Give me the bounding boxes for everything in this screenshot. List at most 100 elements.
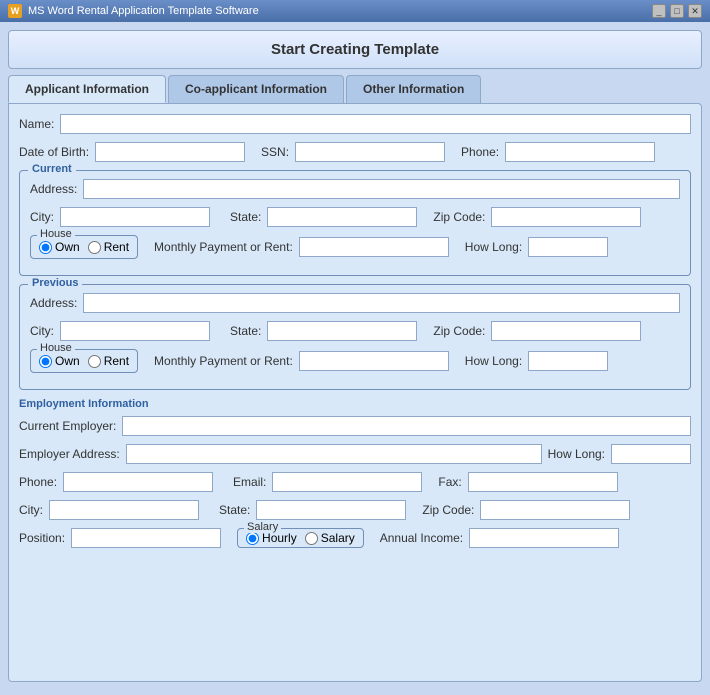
app-container: Start Creating Template Applicant Inform… — [0, 22, 710, 695]
previous-house-label: House — [37, 342, 75, 354]
previous-state-label: State: — [230, 324, 261, 338]
previous-section-label: Previous — [28, 277, 82, 289]
previous-rent-label[interactable]: Rent — [88, 354, 129, 368]
current-section-label: Current — [28, 163, 76, 175]
previous-own-radio[interactable] — [39, 355, 52, 368]
annual-income-label: Annual Income: — [380, 531, 463, 545]
salary-group: Salary Hourly Salary — [237, 528, 364, 548]
current-rent-label[interactable]: Rent — [88, 240, 129, 254]
emp-city-row: City: State: Zip Code: — [19, 500, 691, 520]
current-monthly-input[interactable] — [299, 237, 449, 257]
title-bar-left: W MS Word Rental Application Template So… — [8, 4, 259, 18]
title-bar: W MS Word Rental Application Template So… — [0, 0, 710, 22]
main-header: Start Creating Template — [8, 30, 702, 69]
ssn-input[interactable] — [295, 142, 445, 162]
employer-address-label: Employer Address: — [19, 447, 120, 461]
previous-monthly-input[interactable] — [299, 351, 449, 371]
tab-other[interactable]: Other Information — [346, 75, 481, 103]
previous-section: Previous Address: City: State: Zip Code:… — [19, 284, 691, 390]
current-monthly-label: Monthly Payment or Rent: — [154, 240, 293, 254]
minimize-button[interactable]: _ — [652, 4, 666, 18]
current-house-group: House Own Rent — [30, 235, 138, 259]
name-label: Name: — [19, 117, 54, 131]
current-house-label: House — [37, 228, 75, 240]
ssn-label: SSN: — [261, 145, 289, 159]
previous-address-input[interactable] — [83, 293, 680, 313]
current-howlong-label: How Long: — [465, 240, 522, 254]
emp-phone-label: Phone: — [19, 475, 57, 489]
dob-label: Date of Birth: — [19, 145, 89, 159]
hourly-radio[interactable] — [246, 532, 259, 545]
previous-own-label[interactable]: Own — [39, 354, 80, 368]
app-icon: W — [8, 4, 22, 18]
previous-house-row: House Own Rent Monthly Payment or Rent: … — [30, 349, 680, 373]
emp-howlong-label: How Long: — [548, 447, 605, 461]
emp-phone-row: Phone: Email: Fax: — [19, 472, 691, 492]
current-city-input[interactable] — [60, 207, 210, 227]
emp-zip-input[interactable] — [480, 500, 630, 520]
emp-email-input[interactable] — [272, 472, 422, 492]
previous-city-row: City: State: Zip Code: — [30, 321, 680, 341]
tab-coapplicant[interactable]: Co-applicant Information — [168, 75, 344, 103]
tab-applicant[interactable]: Applicant Information — [8, 75, 166, 103]
previous-howlong-input[interactable] — [528, 351, 608, 371]
salary-legend: Salary — [244, 521, 281, 533]
current-city-row: City: State: Zip Code: — [30, 207, 680, 227]
phone-label: Phone: — [461, 145, 499, 159]
emp-city-input[interactable] — [49, 500, 199, 520]
previous-zip-label: Zip Code: — [433, 324, 485, 338]
previous-zip-input[interactable] — [491, 321, 641, 341]
form-area: Name: Date of Birth: SSN: Phone: Current… — [8, 103, 702, 682]
current-own-radio[interactable] — [39, 241, 52, 254]
previous-howlong-label: How Long: — [465, 354, 522, 368]
employment-label: Employment Information — [19, 398, 691, 410]
current-state-label: State: — [230, 210, 261, 224]
previous-monthly-label: Monthly Payment or Rent: — [154, 354, 293, 368]
current-howlong-input[interactable] — [528, 237, 608, 257]
current-own-label[interactable]: Own — [39, 240, 80, 254]
emp-fax-label: Fax: — [438, 475, 461, 489]
current-zip-input[interactable] — [491, 207, 641, 227]
dob-input[interactable] — [95, 142, 245, 162]
emp-phone-input[interactable] — [63, 472, 213, 492]
salary-radio[interactable] — [305, 532, 318, 545]
close-button[interactable]: ✕ — [688, 4, 702, 18]
previous-rent-radio[interactable] — [88, 355, 101, 368]
current-address-input[interactable] — [83, 179, 680, 199]
phone-input[interactable] — [505, 142, 655, 162]
current-city-label: City: — [30, 210, 54, 224]
employer-address-row: Employer Address: How Long: — [19, 444, 691, 464]
previous-city-input[interactable] — [60, 321, 210, 341]
emp-state-input[interactable] — [256, 500, 406, 520]
maximize-button[interactable]: □ — [670, 4, 684, 18]
current-address-label: Address: — [30, 182, 77, 196]
current-state-input[interactable] — [267, 207, 417, 227]
employer-row: Current Employer: — [19, 416, 691, 436]
current-house-row: House Own Rent Monthly Payment or Rent: … — [30, 235, 680, 259]
title-bar-controls: _ □ ✕ — [652, 4, 702, 18]
name-row: Name: — [19, 114, 691, 134]
hourly-label[interactable]: Hourly — [246, 531, 297, 545]
window-title: MS Word Rental Application Template Soft… — [28, 5, 259, 17]
emp-position-label: Position: — [19, 531, 65, 545]
employer-label: Current Employer: — [19, 419, 116, 433]
current-section: Current Address: City: State: Zip Code: … — [19, 170, 691, 276]
emp-position-input[interactable] — [71, 528, 221, 548]
emp-position-row: Position: Salary Hourly Salary Annual In… — [19, 528, 691, 548]
emp-state-label: State: — [219, 503, 250, 517]
current-rent-radio[interactable] — [88, 241, 101, 254]
name-input[interactable] — [60, 114, 691, 134]
tabs: Applicant Information Co-applicant Infor… — [8, 75, 702, 103]
current-address-row: Address: — [30, 179, 680, 199]
employer-address-input[interactable] — [126, 444, 542, 464]
employer-input[interactable] — [122, 416, 691, 436]
salary-option-label[interactable]: Salary — [305, 531, 355, 545]
annual-income-input[interactable] — [469, 528, 619, 548]
emp-city-label: City: — [19, 503, 43, 517]
previous-address-label: Address: — [30, 296, 77, 310]
emp-zip-label: Zip Code: — [422, 503, 474, 517]
previous-address-row: Address: — [30, 293, 680, 313]
emp-fax-input[interactable] — [468, 472, 618, 492]
previous-state-input[interactable] — [267, 321, 417, 341]
emp-howlong-input[interactable] — [611, 444, 691, 464]
